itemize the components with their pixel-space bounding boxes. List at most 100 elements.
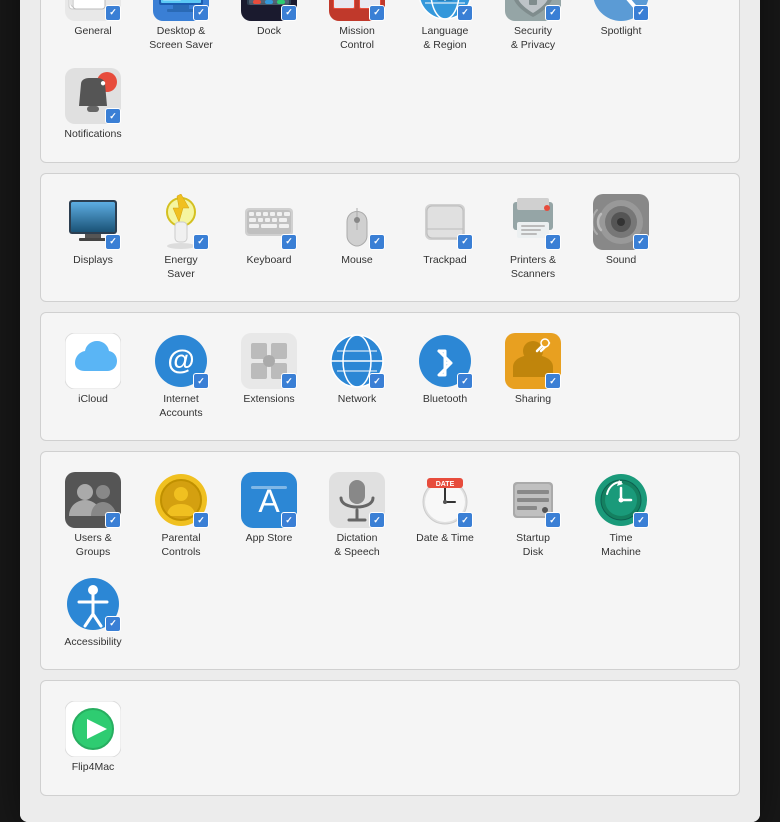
parental-check xyxy=(193,512,209,528)
network-check xyxy=(369,373,385,389)
general-icon-wrapper: New xyxy=(65,0,121,21)
startup-disk-check xyxy=(545,512,561,528)
icloud-icon-wrapper xyxy=(65,333,121,389)
pref-users-groups[interactable]: Users &Groups xyxy=(49,464,137,567)
pref-desktop-screensaver[interactable]: Desktop &Screen Saver xyxy=(137,0,225,60)
dictation-icon-wrapper xyxy=(329,472,385,528)
pref-app-store[interactable]: A App Store xyxy=(225,464,313,567)
pref-displays[interactable]: Displays xyxy=(49,186,137,289)
hardware-grid: Displays EnergySaver xyxy=(49,186,731,289)
energy-label: EnergySaver xyxy=(164,254,197,281)
security-check xyxy=(545,5,561,21)
displays-check xyxy=(105,234,121,250)
security-icon-wrapper xyxy=(505,0,561,21)
pref-security-privacy[interactable]: Security& Privacy xyxy=(489,0,577,60)
time-machine-check xyxy=(633,512,649,528)
pref-language-region[interactable]: Language& Region xyxy=(401,0,489,60)
section-system: Users &Groups ParentalControls xyxy=(40,451,740,670)
pref-sound[interactable]: Sound xyxy=(577,186,665,289)
pref-icloud[interactable]: iCloud xyxy=(49,325,137,428)
dock-label: Dock xyxy=(257,25,281,39)
mouse-label: Mouse xyxy=(341,254,373,268)
app-store-label: App Store xyxy=(246,532,293,546)
printers-check xyxy=(545,234,561,250)
displays-icon-wrapper xyxy=(65,194,121,250)
users-label: Users &Groups xyxy=(74,532,111,559)
extensions-icon-wrapper xyxy=(241,333,297,389)
notifications-label: Notifications xyxy=(64,128,121,142)
app-store-icon-wrapper: A xyxy=(241,472,297,528)
section-internet: iCloud @ InternetAccounts xyxy=(40,312,740,441)
pref-spotlight[interactable]: Spotlight xyxy=(577,0,665,60)
pref-time-machine[interactable]: TimeMachine xyxy=(577,464,665,567)
pref-date-time[interactable]: DATE Date & Time xyxy=(401,464,489,567)
sharing-icon-wrapper xyxy=(505,333,561,389)
general-check xyxy=(105,5,121,21)
pref-extensions[interactable]: Extensions xyxy=(225,325,313,428)
accessibility-icon-wrapper xyxy=(65,576,121,632)
system-preferences-window: ‹ › Done System Preferences 🔍 Search xyxy=(20,0,760,822)
personal-grid: New General xyxy=(49,0,731,150)
other-grid: Flip4Mac xyxy=(49,693,731,783)
notifications-icon-wrapper: ● xyxy=(65,68,121,124)
pref-bluetooth[interactable]: Bluetooth xyxy=(401,325,489,428)
mission-control-label: MissionControl xyxy=(339,25,375,52)
dock-icon-wrapper xyxy=(241,0,297,21)
parental-label: ParentalControls xyxy=(161,532,200,559)
pref-startup-disk[interactable]: StartupDisk xyxy=(489,464,577,567)
displays-label: Displays xyxy=(73,254,113,268)
pref-notifications[interactable]: ● Notifications xyxy=(49,60,137,150)
pref-general[interactable]: New General xyxy=(49,0,137,60)
pref-trackpad[interactable]: Trackpad xyxy=(401,186,489,289)
notifications-check xyxy=(105,108,121,124)
pref-printers-scanners[interactable]: Printers &Scanners xyxy=(489,186,577,289)
pref-network[interactable]: Network xyxy=(313,325,401,428)
security-label: Security& Privacy xyxy=(511,25,555,52)
section-personal: New General xyxy=(40,0,740,163)
energy-check xyxy=(193,234,209,250)
pref-keyboard[interactable]: Keyboard xyxy=(225,186,313,289)
svg-text:●: ● xyxy=(100,78,106,89)
language-label: Language& Region xyxy=(422,25,469,52)
system-grid: Users &Groups ParentalControls xyxy=(49,464,731,657)
accessibility-check xyxy=(105,616,121,632)
sound-check xyxy=(633,234,649,250)
pref-sharing[interactable]: Sharing xyxy=(489,325,577,428)
time-machine-icon-wrapper xyxy=(593,472,649,528)
section-other: Flip4Mac xyxy=(40,680,740,796)
extensions-label: Extensions xyxy=(243,393,294,407)
section-hardware: Displays EnergySaver xyxy=(40,173,740,302)
network-label: Network xyxy=(338,393,377,407)
pref-flip4mac[interactable]: Flip4Mac xyxy=(49,693,137,783)
language-check xyxy=(457,5,473,21)
sharing-label: Sharing xyxy=(515,393,551,407)
mission-control-check xyxy=(369,5,385,21)
keyboard-icon-wrapper xyxy=(241,194,297,250)
date-time-check xyxy=(457,512,473,528)
date-time-icon-wrapper: DATE xyxy=(417,472,473,528)
dictation-label: Dictation& Speech xyxy=(334,532,380,559)
spotlight-label: Spotlight xyxy=(601,25,642,39)
extensions-check xyxy=(281,373,297,389)
sound-icon-wrapper xyxy=(593,194,649,250)
content-area: New General xyxy=(20,0,760,822)
spotlight-icon-wrapper xyxy=(593,0,649,21)
sharing-check xyxy=(545,373,561,389)
pref-energy-saver[interactable]: EnergySaver xyxy=(137,186,225,289)
pref-mouse[interactable]: Mouse xyxy=(313,186,401,289)
language-icon-wrapper xyxy=(417,0,473,21)
pref-dictation-speech[interactable]: Dictation& Speech xyxy=(313,464,401,567)
mouse-check xyxy=(369,234,385,250)
pref-accessibility[interactable]: Accessibility xyxy=(49,568,137,658)
dictation-check xyxy=(369,512,385,528)
trackpad-label: Trackpad xyxy=(423,254,466,268)
sound-label: Sound xyxy=(606,254,636,268)
trackpad-check xyxy=(457,234,473,250)
pref-internet-accounts[interactable]: @ InternetAccounts xyxy=(137,325,225,428)
pref-dock[interactable]: Dock xyxy=(225,0,313,60)
printers-label: Printers &Scanners xyxy=(510,254,556,281)
desktop-label: Desktop &Screen Saver xyxy=(149,25,213,52)
pref-parental-controls[interactable]: ParentalControls xyxy=(137,464,225,567)
pref-mission-control[interactable]: MissionControl xyxy=(313,0,401,60)
internet-accounts-label: InternetAccounts xyxy=(159,393,202,420)
